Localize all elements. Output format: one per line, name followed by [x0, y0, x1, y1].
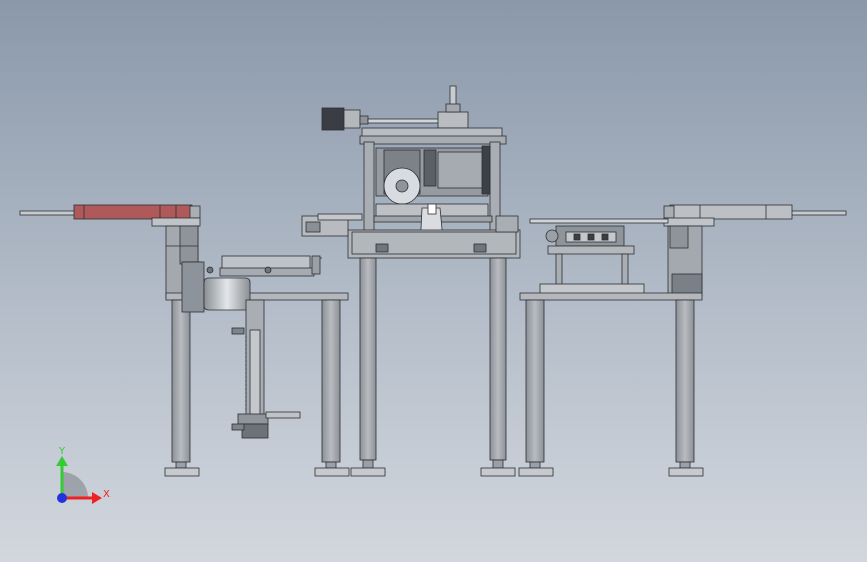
left-leg-inner: [321, 299, 341, 463]
left-leg-outer: [171, 299, 191, 463]
assembly-drawing: Y X: [19, 85, 847, 504]
left-drum-housing: [181, 261, 205, 313]
center-leg-right: [489, 257, 507, 461]
center-leg-left: [359, 257, 377, 461]
triad-y-label: Y: [58, 446, 66, 457]
triad-x-label: X: [103, 489, 110, 500]
right-deck-rail: [529, 218, 669, 224]
cad-viewport[interactable]: Y X: [0, 0, 867, 562]
triad-rotation-arc: [62, 472, 88, 498]
left-lift-arm: [265, 411, 301, 419]
axis-triad: Y X: [56, 446, 110, 504]
center-upright-left: [363, 141, 375, 233]
right-top-block: [663, 217, 715, 227]
right-cylinder: [669, 204, 793, 220]
left-red-cylinder: [73, 204, 193, 220]
right-leg-inner: [525, 299, 545, 463]
left-top-block: [151, 217, 201, 227]
right-leg-outer: [675, 299, 695, 463]
triad-z-axis: [57, 493, 67, 503]
left-table: [19, 204, 350, 477]
center-motor: [321, 107, 345, 131]
right-table-top: [519, 292, 703, 301]
left-feed-rod: [19, 210, 77, 216]
center-lead-screw: [367, 118, 449, 124]
right-feed-rod: [787, 210, 847, 216]
right-table: [518, 204, 847, 477]
left-drum: [203, 277, 251, 311]
